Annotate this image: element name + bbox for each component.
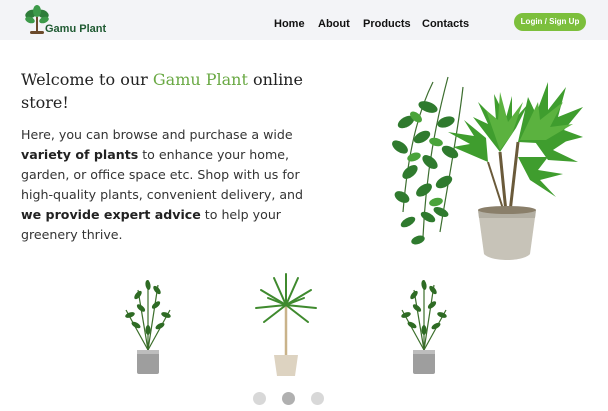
carousel-item-zz-plant[interactable] (108, 270, 188, 380)
nav-contacts-link[interactable]: Contacts (422, 18, 469, 30)
carousel-dot-1[interactable] (253, 392, 266, 405)
nav-products-link[interactable]: Products (363, 18, 411, 30)
welcome-heading: Welcome to our Gamu Plant online store! (21, 68, 321, 114)
welcome-prefix: Welcome to our (21, 70, 153, 89)
carousel-dot-3[interactable] (311, 392, 324, 405)
carousel-item-dracaena[interactable] (246, 270, 326, 380)
nav-home-link[interactable]: Home (274, 18, 305, 30)
navbar: Gamu Plant Home About Products Contacts … (0, 0, 608, 40)
intro-bold-advice: we provide expert advice (21, 207, 201, 222)
intro-text-1: Here, you can browse and purchase a wide (21, 127, 293, 142)
carousel-dot-2[interactable] (282, 392, 295, 405)
intro-paragraph: Here, you can browse and purchase a wide… (21, 125, 313, 245)
carousel-item-zz-plant-2[interactable] (384, 270, 464, 380)
potted-palm-image (392, 76, 583, 260)
welcome-brand: Gamu Plant (152, 70, 248, 89)
nav-about-link[interactable]: About (318, 18, 350, 30)
intro-bold-variety: variety of plants (21, 147, 139, 162)
brand-name[interactable]: Gamu Plant (45, 23, 106, 35)
login-signup-button[interactable]: Login / Sign Up (514, 13, 586, 31)
